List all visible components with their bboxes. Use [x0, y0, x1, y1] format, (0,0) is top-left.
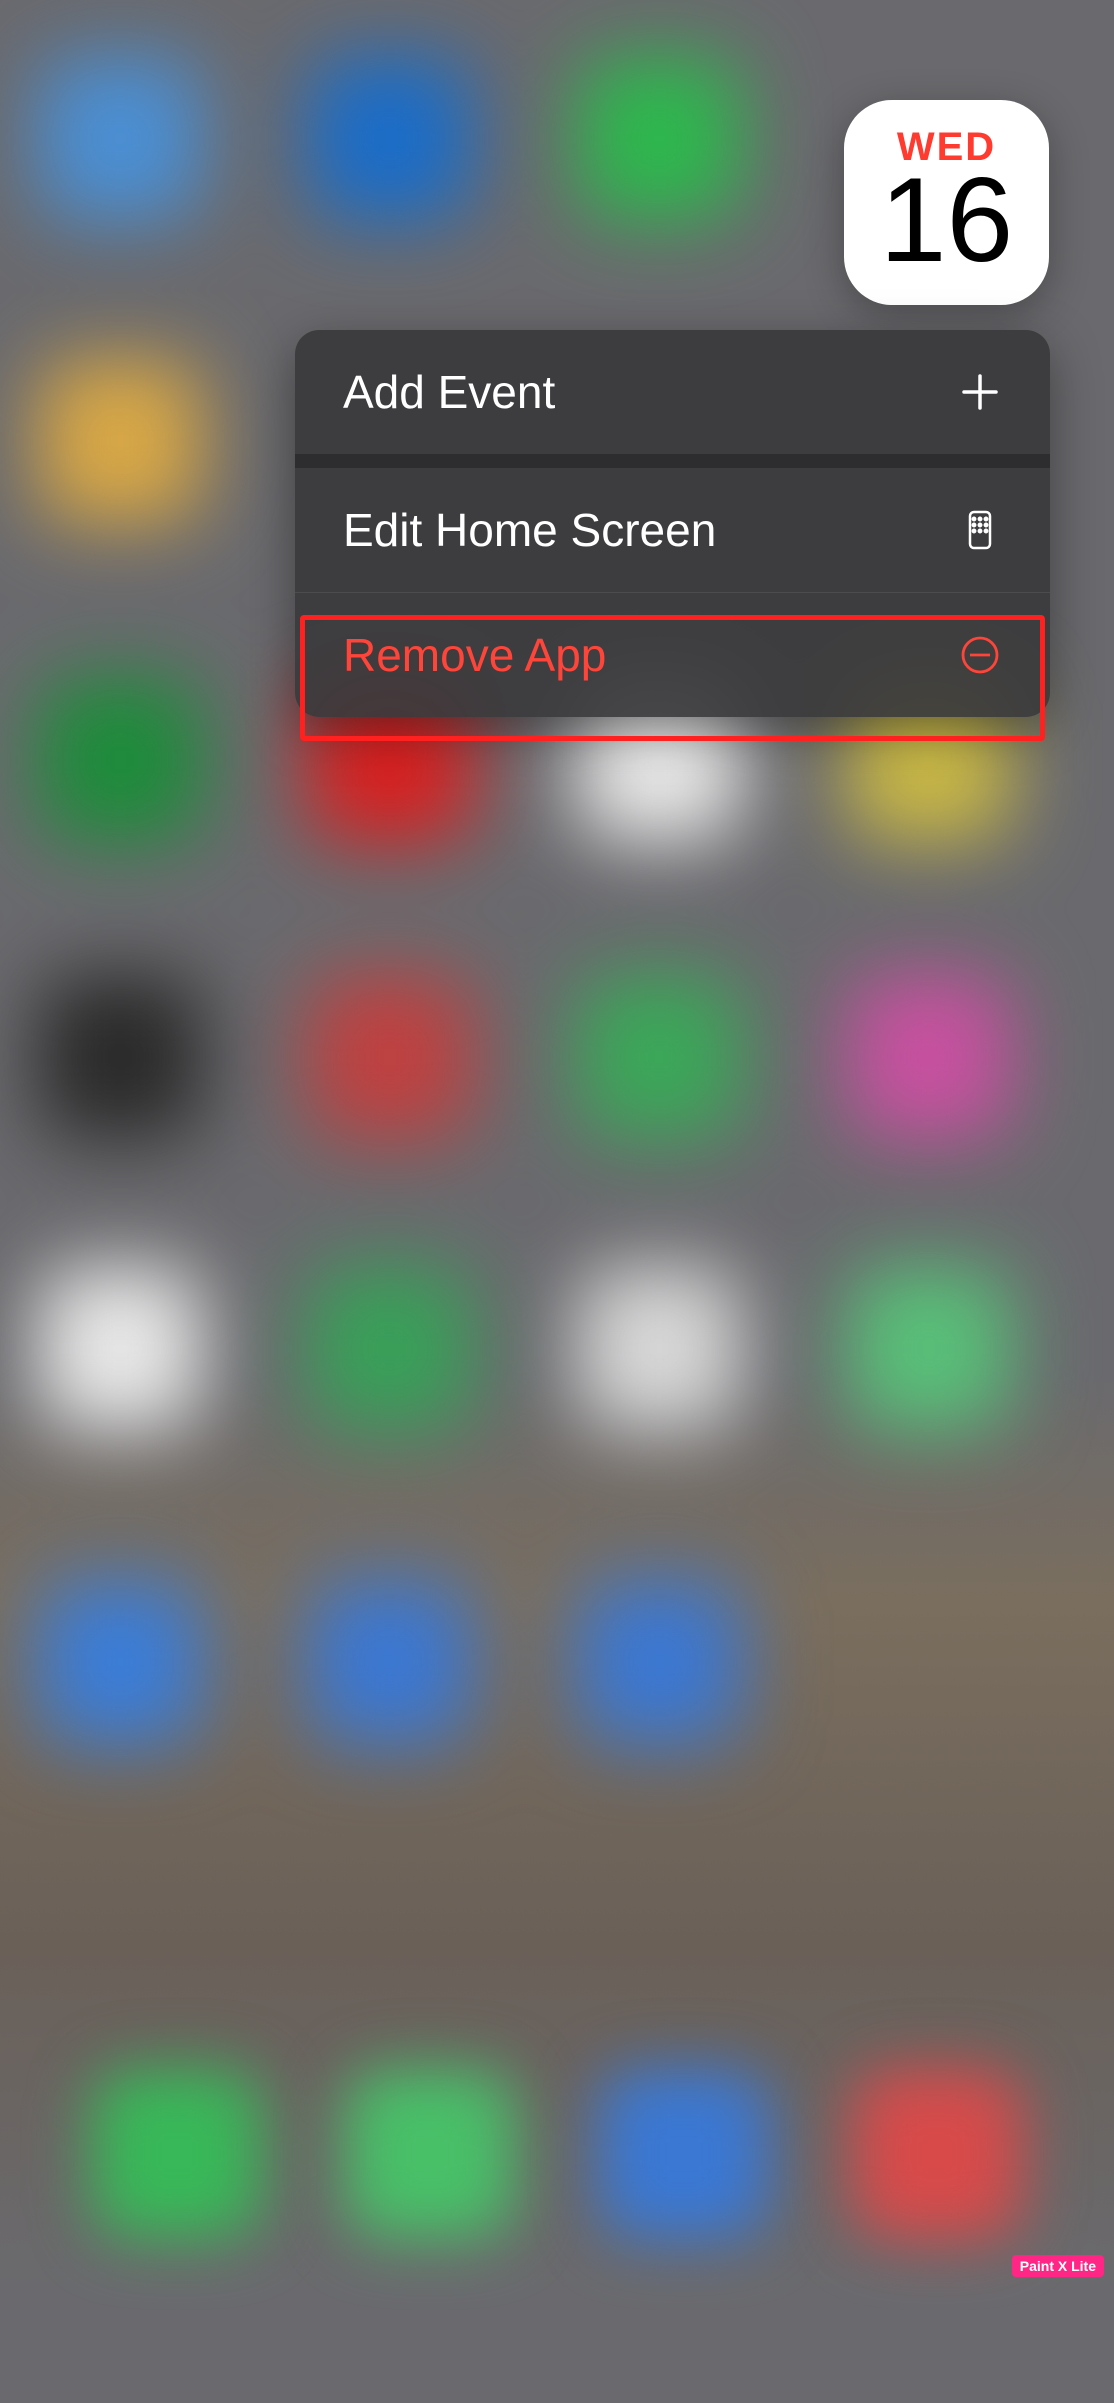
blurred-app-icon — [38, 359, 203, 524]
plus-icon — [958, 370, 1002, 414]
menu-item-add-event[interactable]: Add Event — [295, 330, 1050, 454]
blurred-app-icon — [38, 56, 203, 221]
blurred-app-icon — [577, 56, 742, 221]
blurred-app-icon — [307, 1266, 472, 1431]
blurred-app-icon — [307, 56, 472, 221]
dock — [30, 2049, 1084, 2259]
menu-item-edit-home-screen[interactable]: Edit Home Screen — [295, 468, 1050, 592]
blurred-app-icon — [577, 975, 742, 1140]
menu-separator — [295, 454, 1050, 468]
minus-circle-icon — [958, 633, 1002, 677]
phone-icon — [958, 508, 1002, 552]
blurred-app-icon — [38, 975, 203, 1140]
blurred-app-icon — [38, 1580, 203, 1745]
menu-item-remove-app[interactable]: Remove App — [295, 593, 1050, 717]
blurred-app-icon — [38, 1266, 203, 1431]
blurred-app-icon — [846, 1266, 1011, 1431]
dock-app-icon — [345, 2069, 515, 2239]
calendar-day-number: 16 — [880, 160, 1013, 280]
dock-app-icon — [92, 2069, 262, 2239]
watermark-badge: Paint X Lite — [1012, 2255, 1104, 2277]
menu-item-label: Add Event — [343, 365, 555, 419]
blurred-app-icon — [577, 1266, 742, 1431]
blurred-app-icon — [307, 975, 472, 1140]
context-menu: Add Event Edit Home Screen — [295, 330, 1050, 717]
menu-item-label: Remove App — [343, 628, 606, 682]
blurred-app-icon — [38, 678, 203, 843]
blurred-app-icon — [846, 975, 1011, 1140]
dock-app-icon — [599, 2069, 769, 2239]
blurred-app-icon — [307, 1580, 472, 1745]
calendar-app-icon[interactable]: WED 16 — [844, 100, 1049, 305]
dock-app-icon — [852, 2069, 1022, 2239]
blurred-app-icon — [577, 1580, 742, 1745]
menu-item-label: Edit Home Screen — [343, 503, 716, 557]
